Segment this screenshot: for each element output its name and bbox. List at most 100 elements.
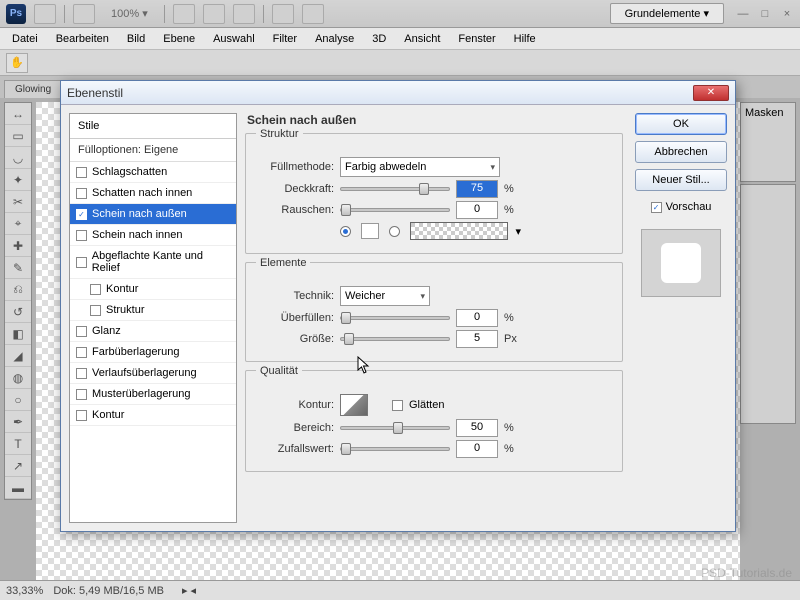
menu-bearbeiten[interactable]: Bearbeiten bbox=[48, 30, 117, 48]
screen-mode-button[interactable] bbox=[302, 4, 324, 24]
style-row-9[interactable]: Verlaufsüberlagerung bbox=[70, 363, 236, 384]
view-menu-button[interactable] bbox=[73, 4, 95, 24]
crop-tool-icon[interactable]: ✂ bbox=[5, 191, 31, 213]
rauschen-slider[interactable] bbox=[340, 208, 450, 212]
uberfullen-slider[interactable] bbox=[340, 316, 450, 320]
move-tool-icon[interactable]: ↔ bbox=[5, 103, 31, 125]
fullmethode-combo[interactable]: Farbig abwedeln bbox=[340, 157, 500, 177]
cancel-button[interactable]: Abbrechen bbox=[635, 141, 727, 163]
stamp-tool-icon[interactable]: ⎌ bbox=[5, 279, 31, 301]
grosse-slider[interactable] bbox=[340, 337, 450, 341]
style-checkbox[interactable] bbox=[76, 389, 87, 400]
bereich-slider[interactable] bbox=[340, 426, 450, 430]
rotate-tool-button[interactable] bbox=[233, 4, 255, 24]
bridge-button[interactable] bbox=[34, 4, 56, 24]
style-checkbox[interactable] bbox=[76, 326, 87, 337]
vorschau-checkbox[interactable]: ✓ bbox=[651, 202, 662, 213]
style-checkbox[interactable] bbox=[90, 305, 101, 316]
style-row-10[interactable]: Musterüberlagerung bbox=[70, 384, 236, 405]
zufall-slider[interactable] bbox=[340, 447, 450, 451]
deckkraft-input[interactable]: 75 bbox=[456, 180, 498, 198]
color-swatch[interactable] bbox=[361, 223, 379, 239]
style-row-8[interactable]: Farbüberlagerung bbox=[70, 342, 236, 363]
style-row-4[interactable]: Abgeflachte Kante und Relief bbox=[70, 246, 236, 279]
menu-analyse[interactable]: Analyse bbox=[307, 30, 362, 48]
style-checkbox[interactable] bbox=[76, 167, 87, 178]
fill-options-header[interactable]: Fülloptionen: Eigene bbox=[70, 139, 236, 162]
path-tool-icon[interactable]: ↗ bbox=[5, 455, 31, 477]
style-checkbox[interactable] bbox=[76, 368, 87, 379]
menu-ansicht[interactable]: Ansicht bbox=[396, 30, 448, 48]
style-row-3[interactable]: Schein nach innen bbox=[70, 225, 236, 246]
menu-3d[interactable]: 3D bbox=[364, 30, 394, 48]
panel-masken[interactable]: Masken bbox=[740, 102, 796, 182]
rauschen-input[interactable]: 0 bbox=[456, 201, 498, 219]
zoom-tool-button[interactable] bbox=[203, 4, 225, 24]
arrange-button[interactable] bbox=[272, 4, 294, 24]
zoom-combo[interactable]: 100% ▾ bbox=[103, 5, 156, 22]
marquee-tool-icon[interactable]: ▭ bbox=[5, 125, 31, 147]
blur-tool-icon[interactable]: ◍ bbox=[5, 367, 31, 389]
deckkraft-slider[interactable] bbox=[340, 187, 450, 191]
style-row-1[interactable]: Schatten nach innen bbox=[70, 183, 236, 204]
style-checkbox[interactable] bbox=[76, 410, 87, 421]
pen-tool-icon[interactable]: ✒ bbox=[5, 411, 31, 433]
pct-unit: % bbox=[504, 183, 522, 195]
style-checkbox[interactable] bbox=[76, 188, 87, 199]
uberfullen-input[interactable]: 0 bbox=[456, 309, 498, 327]
color-radio[interactable] bbox=[340, 226, 351, 237]
new-style-button[interactable]: Neuer Stil... bbox=[635, 169, 727, 191]
grosse-input[interactable]: 5 bbox=[456, 330, 498, 348]
eraser-tool-icon[interactable]: ◧ bbox=[5, 323, 31, 345]
doc-tab-glowing[interactable]: Glowing bbox=[4, 80, 62, 98]
gradient-swatch[interactable] bbox=[410, 222, 508, 240]
pct-unit: % bbox=[504, 312, 522, 324]
menu-fenster[interactable]: Fenster bbox=[450, 30, 503, 48]
gradient-radio[interactable] bbox=[389, 226, 400, 237]
style-row-5[interactable]: Kontur bbox=[70, 279, 236, 300]
zufall-input[interactable]: 0 bbox=[456, 440, 498, 458]
kontur-picker[interactable] bbox=[340, 394, 368, 416]
dodge-tool-icon[interactable]: ○ bbox=[5, 389, 31, 411]
dialog-close-button[interactable]: ✕ bbox=[693, 85, 729, 101]
styles-header[interactable]: Stile bbox=[70, 114, 236, 139]
brush-tool-icon[interactable]: ✎ bbox=[5, 257, 31, 279]
shape-tool-icon[interactable]: ▬ bbox=[5, 477, 31, 499]
minimize-icon[interactable]: — bbox=[736, 7, 750, 21]
style-row-0[interactable]: Schlagschatten bbox=[70, 162, 236, 183]
close-icon[interactable]: × bbox=[780, 7, 794, 21]
wand-tool-icon[interactable]: ✦ bbox=[5, 169, 31, 191]
history-tool-icon[interactable]: ↺ bbox=[5, 301, 31, 323]
menu-hilfe[interactable]: Hilfe bbox=[506, 30, 544, 48]
style-checkbox[interactable] bbox=[90, 284, 101, 295]
glatten-checkbox[interactable] bbox=[392, 400, 403, 411]
menu-filter[interactable]: Filter bbox=[265, 30, 305, 48]
menu-auswahl[interactable]: Auswahl bbox=[205, 30, 263, 48]
eyedropper-tool-icon[interactable]: ⌖ bbox=[5, 213, 31, 235]
type-tool-icon[interactable]: T bbox=[5, 433, 31, 455]
style-checkbox[interactable] bbox=[76, 347, 87, 358]
maximize-icon[interactable]: □ bbox=[758, 7, 772, 21]
style-row-2[interactable]: ✓Schein nach außen bbox=[70, 204, 236, 225]
lasso-tool-icon[interactable]: ◡ bbox=[5, 147, 31, 169]
style-row-6[interactable]: Struktur bbox=[70, 300, 236, 321]
style-row-7[interactable]: Glanz bbox=[70, 321, 236, 342]
technik-combo[interactable]: Weicher bbox=[340, 286, 430, 306]
hand-tool-button[interactable] bbox=[173, 4, 195, 24]
ok-button[interactable]: OK bbox=[635, 113, 727, 135]
bereich-input[interactable]: 50 bbox=[456, 419, 498, 437]
style-checkbox[interactable] bbox=[76, 230, 87, 241]
panel-layers[interactable] bbox=[740, 184, 796, 424]
menu-bild[interactable]: Bild bbox=[119, 30, 153, 48]
style-checkbox[interactable] bbox=[76, 257, 87, 268]
heal-tool-icon[interactable]: ✚ bbox=[5, 235, 31, 257]
gradient-tool-icon[interactable]: ◢ bbox=[5, 345, 31, 367]
style-checkbox[interactable]: ✓ bbox=[76, 209, 87, 220]
style-row-11[interactable]: Kontur bbox=[70, 405, 236, 426]
menu-datei[interactable]: Datei bbox=[4, 30, 46, 48]
hand-icon[interactable]: ✋ bbox=[6, 53, 28, 73]
rauschen-label: Rauschen: bbox=[256, 204, 334, 216]
dialog-titlebar[interactable]: Ebenenstil ✕ bbox=[61, 81, 735, 105]
workspace-combo[interactable]: Grundelemente ▾ bbox=[610, 3, 724, 24]
menu-ebene[interactable]: Ebene bbox=[155, 30, 203, 48]
